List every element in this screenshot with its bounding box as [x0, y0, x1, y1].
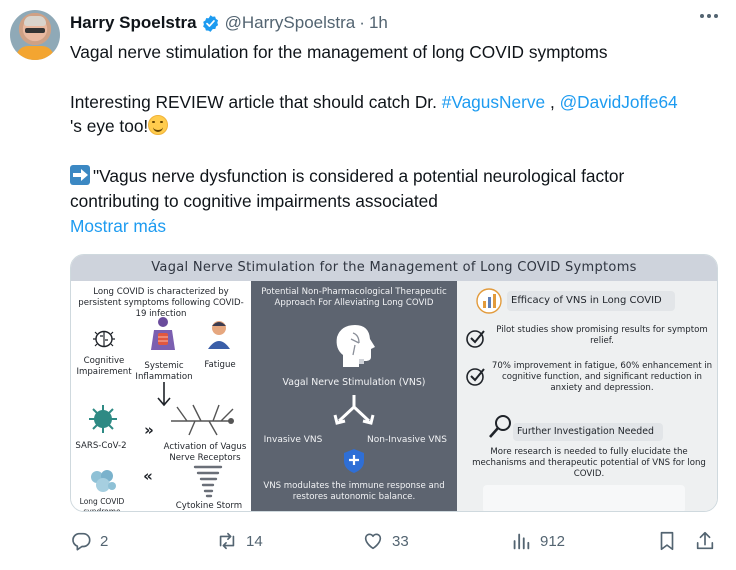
immune-response-text: VNS modulates the immune response and re… — [263, 481, 445, 502]
brain-icon — [93, 330, 115, 348]
reply-icon — [72, 532, 91, 551]
nerve-receptor-icon — [171, 404, 234, 436]
views-count: 912 — [540, 532, 566, 550]
tweet-line: Vagal nerve stimulation for the manageme… — [70, 42, 608, 62]
tweet-text-segment: Interesting REVIEW article that should c… — [70, 91, 442, 112]
infographic-middle-panel: Potential Non-Pharmacological Therapeuti… — [251, 281, 457, 511]
bookmark-icon — [660, 531, 674, 551]
non-invasive-vns-label: Non-Invasive VNS — [367, 435, 447, 445]
tweet-text-segment: , — [545, 91, 560, 112]
further-investigation-heading: Further Investigation Needed — [517, 426, 654, 437]
vagus-receptor-activation-label: Activation of Vagus Nerve Receptors — [163, 442, 247, 463]
reply-count: 2 — [100, 532, 109, 550]
like-button[interactable]: 33 — [362, 528, 409, 554]
tornado-icon — [193, 465, 223, 498]
infographic-left-panel: Long COVID is characterized by persisten… — [71, 281, 251, 512]
separator-dot: · — [359, 13, 365, 32]
further-investigation-text: More research is needed to fully elucida… — [472, 447, 706, 479]
systemic-inflammation-label: Systemic Inflammation — [135, 361, 193, 382]
head-profile-icon — [336, 325, 375, 367]
share-button[interactable] — [694, 528, 716, 554]
left-chevrons-icon: « — [143, 467, 153, 485]
avatar[interactable] — [10, 10, 60, 60]
repost-icon — [219, 532, 235, 550]
tweet-text-segment: 's eye too! — [70, 116, 149, 137]
views-chart-icon — [513, 533, 530, 550]
tweet-header: Harry Spoelstra @HarrySpoelstra · 1h — [70, 12, 388, 34]
immune-shield-icon — [344, 449, 364, 473]
right-chevrons-icon: » — [144, 421, 154, 439]
repost-count: 14 — [246, 532, 263, 550]
verified-badge-icon[interactable] — [201, 14, 220, 33]
cytokine-storm-label: Cytokine Storm — [175, 501, 243, 511]
check-circle-icon — [466, 330, 485, 348]
share-icon — [696, 531, 714, 550]
virus-icon — [89, 405, 117, 433]
tweet-actions: 2 14 33 912 — [70, 528, 720, 554]
long-covid-syndrome-label: Long COVID syndrome — [79, 497, 125, 512]
tweet-line: "Vagus nerve dysfunction is considered a… — [70, 164, 720, 189]
heart-icon — [364, 533, 382, 550]
tweet-media-infographic[interactable]: Vagal Nerve Stimulation for the Manageme… — [70, 254, 718, 512]
display-name[interactable]: Harry Spoelstra — [70, 13, 197, 33]
mention-link[interactable]: @DavidJoffe64 — [560, 92, 678, 112]
split-arrows-icon — [333, 395, 375, 425]
hashtag-link[interactable]: #VagusNerve — [442, 92, 545, 112]
tweet[interactable]: Harry Spoelstra @HarrySpoelstra · 1h Vag… — [0, 0, 736, 570]
cognitive-impairment-label: Cognitive Impairement — [76, 356, 132, 377]
views-button[interactable]: 912 — [510, 528, 565, 554]
like-count: 33 — [392, 532, 409, 550]
tweet-text-segment: "Vagus nerve dysfunction is considered a… — [93, 165, 625, 186]
tweet-line: Interesting REVIEW article that should c… — [70, 90, 720, 115]
user-handle[interactable]: @HarrySpoelstra — [225, 13, 356, 33]
check-circle-icon — [466, 368, 485, 386]
infographic-right-panel: Efficacy of VNS in Long COVID Pilot stud… — [457, 281, 717, 511]
invasive-vns-label: Invasive VNS — [263, 435, 323, 445]
tweet-line: 's eye too! — [70, 114, 720, 139]
bar-chart-icon — [476, 288, 502, 314]
smiling-face-emoji-icon — [148, 115, 169, 136]
magnifier-icon — [489, 415, 511, 438]
right-arrow-emoji-icon — [70, 164, 90, 185]
fatigue-label: Fatigue — [204, 360, 236, 370]
body-inflammation-icon — [151, 317, 175, 350]
therapeutic-approach-heading: Potential Non-Pharmacological Therapeuti… — [261, 287, 447, 308]
infographic-title: Vagal Nerve Stimulation for the Manageme… — [71, 255, 717, 281]
fatigued-person-icon — [208, 321, 230, 349]
show-more-link[interactable]: Mostrar más — [70, 214, 720, 239]
tweet-line: contributing to cognitive impairments as… — [70, 190, 438, 211]
improvement-stats-text: 70% improvement in fatigue, 60% enhancem… — [491, 361, 713, 393]
efficacy-heading: Efficacy of VNS in Long COVID — [511, 295, 662, 306]
cell-cluster-icon — [91, 470, 116, 492]
timestamp[interactable]: 1h — [369, 13, 388, 33]
tweet-text: Vagal nerve stimulation for the manageme… — [70, 40, 720, 238]
reply-button[interactable]: 2 — [70, 528, 108, 554]
pilot-studies-text: Pilot studies show promising results for… — [496, 325, 708, 346]
repost-button[interactable]: 14 — [216, 528, 263, 554]
sars-cov-2-label: SARS-CoV-2 — [75, 441, 127, 451]
vns-label: Vagal Nerve Stimulation (VNS) — [282, 377, 426, 388]
bookmark-button[interactable] — [656, 528, 678, 554]
more-options-icon[interactable] — [700, 14, 718, 18]
